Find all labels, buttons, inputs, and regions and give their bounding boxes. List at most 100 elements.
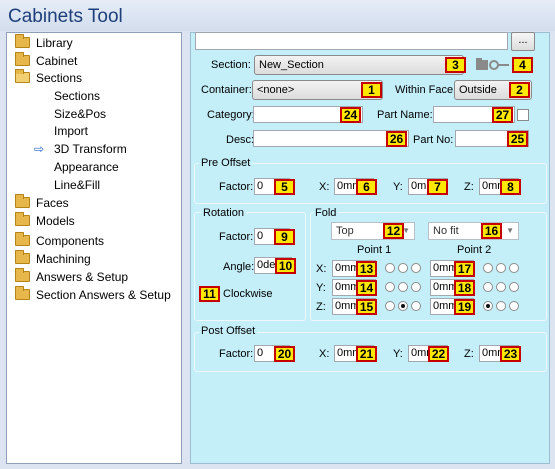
top-input[interactable] bbox=[195, 32, 508, 50]
point2-radio[interactable] bbox=[509, 282, 519, 292]
point2-radio[interactable] bbox=[509, 263, 519, 273]
tree-item-section-answers-setup[interactable]: Section Answers & Setup bbox=[15, 286, 171, 303]
point1-radio[interactable] bbox=[411, 301, 421, 311]
point2-radio[interactable] bbox=[496, 263, 506, 273]
point2-radio[interactable] bbox=[483, 282, 493, 292]
point2-radio[interactable] bbox=[496, 301, 506, 311]
fold-direction-2-value: No fit bbox=[433, 225, 459, 237]
section-combo[interactable]: New_Section bbox=[254, 55, 464, 75]
tree-item-import[interactable]: Import bbox=[54, 123, 88, 139]
tree-item-models[interactable]: Models bbox=[15, 212, 75, 229]
post-factor-label: Factor: bbox=[219, 348, 254, 360]
tree-item-appearance[interactable]: Appearance bbox=[54, 159, 119, 175]
folder-icon bbox=[15, 212, 30, 226]
badge-2: 2 bbox=[509, 82, 530, 98]
point2-radio[interactable] bbox=[509, 301, 519, 311]
folder-icon bbox=[15, 250, 30, 264]
tree-item-label: Components bbox=[36, 234, 105, 248]
badge-11: 11 bbox=[199, 286, 220, 302]
navigation-tree[interactable]: Library Cabinet Sections Sections Size&P… bbox=[6, 32, 182, 464]
badge-9: 9 bbox=[274, 229, 295, 245]
tree-item-cabinet[interactable]: Cabinet bbox=[15, 52, 78, 69]
point1-radio[interactable] bbox=[385, 301, 395, 311]
fold-title: Fold bbox=[313, 207, 339, 219]
desc-label: Desc: bbox=[226, 134, 255, 146]
post-offset-title: Post Offset bbox=[199, 325, 258, 337]
post-z-label: Z: bbox=[464, 348, 474, 360]
folder-icon bbox=[15, 52, 30, 66]
tree-item-label: 3D Transform bbox=[54, 142, 127, 156]
section-label: Section: bbox=[211, 59, 251, 71]
container-label: Container: bbox=[201, 84, 252, 96]
point1-radio[interactable] bbox=[385, 263, 395, 273]
badge-5: 5 bbox=[274, 179, 295, 195]
badge-15: 15 bbox=[356, 299, 377, 315]
rot-factor-label: Factor: bbox=[219, 231, 254, 243]
tree-item-line-fill[interactable]: Line&Fill bbox=[54, 177, 100, 193]
tree-item-sections-sub[interactable]: Sections bbox=[54, 88, 100, 104]
part-name-label: Part Name: bbox=[377, 109, 433, 121]
point2-radio-selected[interactable] bbox=[483, 301, 493, 311]
point1-radio[interactable] bbox=[411, 263, 421, 273]
tree-item-machining[interactable]: Machining bbox=[15, 250, 91, 267]
tree-item-sections[interactable]: Sections bbox=[15, 69, 82, 86]
tree-item-answers-setup[interactable]: Answers & Setup bbox=[15, 268, 128, 285]
point1-radio[interactable] bbox=[398, 263, 408, 273]
point1-radio[interactable] bbox=[398, 282, 408, 292]
properties-panel: ... Section: New_Section 3 4 Container: … bbox=[190, 32, 550, 464]
badge-1: 1 bbox=[361, 82, 382, 98]
tree-item-library[interactable]: Library bbox=[15, 34, 73, 51]
badge-18: 18 bbox=[454, 280, 475, 296]
tree-item-label: Section Answers & Setup bbox=[36, 288, 171, 302]
tree-item-components[interactable]: Components bbox=[15, 232, 105, 249]
badge-13: 13 bbox=[356, 261, 377, 277]
post-x-label: X: bbox=[319, 348, 330, 360]
selected-arrow-icon: ⇨ bbox=[34, 142, 45, 156]
tree-item-label: Cabinet bbox=[36, 54, 78, 68]
badge-6: 6 bbox=[356, 179, 377, 195]
fold-z-label: Z: bbox=[316, 301, 326, 313]
part-no-label: Part No: bbox=[413, 134, 454, 146]
point2-radio[interactable] bbox=[496, 282, 506, 292]
pre-x-label: X: bbox=[319, 181, 330, 193]
tree-item-3d-transform[interactable]: ⇨ 3D Transform bbox=[34, 141, 127, 157]
tree-item-size-pos[interactable]: Size&Pos bbox=[54, 106, 106, 122]
badge-17: 17 bbox=[454, 261, 475, 277]
tree-item-label: Faces bbox=[36, 196, 69, 210]
tree-item-faces[interactable]: Faces bbox=[15, 194, 69, 211]
folder-icon bbox=[15, 194, 30, 208]
point1-label: Point 1 bbox=[357, 244, 392, 256]
clockwise-label[interactable]: Clockwise bbox=[223, 288, 273, 300]
folder-open-icon bbox=[15, 69, 30, 83]
folder-icon bbox=[15, 286, 30, 300]
fold-direction-2-combo[interactable]: No fit ▼ bbox=[428, 222, 519, 240]
point1-radio[interactable] bbox=[385, 282, 395, 292]
rotation-title: Rotation bbox=[201, 207, 246, 219]
fold-x-label: X: bbox=[316, 263, 327, 275]
tree-item-label: Models bbox=[36, 214, 75, 228]
badge-12: 12 bbox=[383, 223, 404, 239]
point2-label: Point 2 bbox=[457, 244, 492, 256]
badge-8: 8 bbox=[500, 179, 521, 195]
part-name-checkbox[interactable] bbox=[517, 109, 529, 121]
section-folder-key-icon[interactable] bbox=[476, 57, 510, 71]
badge-3: 3 bbox=[445, 57, 466, 73]
pre-offset-title: Pre Offset bbox=[199, 157, 253, 169]
folder-icon bbox=[15, 34, 30, 48]
point1-radio-selected[interactable] bbox=[398, 301, 408, 311]
post-y-label: Y: bbox=[393, 348, 403, 360]
fold-y-label: Y: bbox=[316, 282, 326, 294]
badge-16: 16 bbox=[481, 223, 502, 239]
window-title: Cabinets Tool bbox=[0, 0, 555, 31]
tree-item-label: Library bbox=[36, 36, 73, 50]
badge-10: 10 bbox=[275, 258, 296, 274]
folder-icon bbox=[15, 232, 30, 246]
badge-4: 4 bbox=[512, 57, 533, 73]
browse-button[interactable]: ... bbox=[511, 32, 535, 51]
badge-22: 22 bbox=[428, 346, 449, 362]
badge-25: 25 bbox=[507, 131, 528, 147]
folder-icon bbox=[15, 268, 30, 282]
point1-radio[interactable] bbox=[411, 282, 421, 292]
pre-factor-label: Factor: bbox=[219, 181, 254, 193]
point2-radio[interactable] bbox=[483, 263, 493, 273]
